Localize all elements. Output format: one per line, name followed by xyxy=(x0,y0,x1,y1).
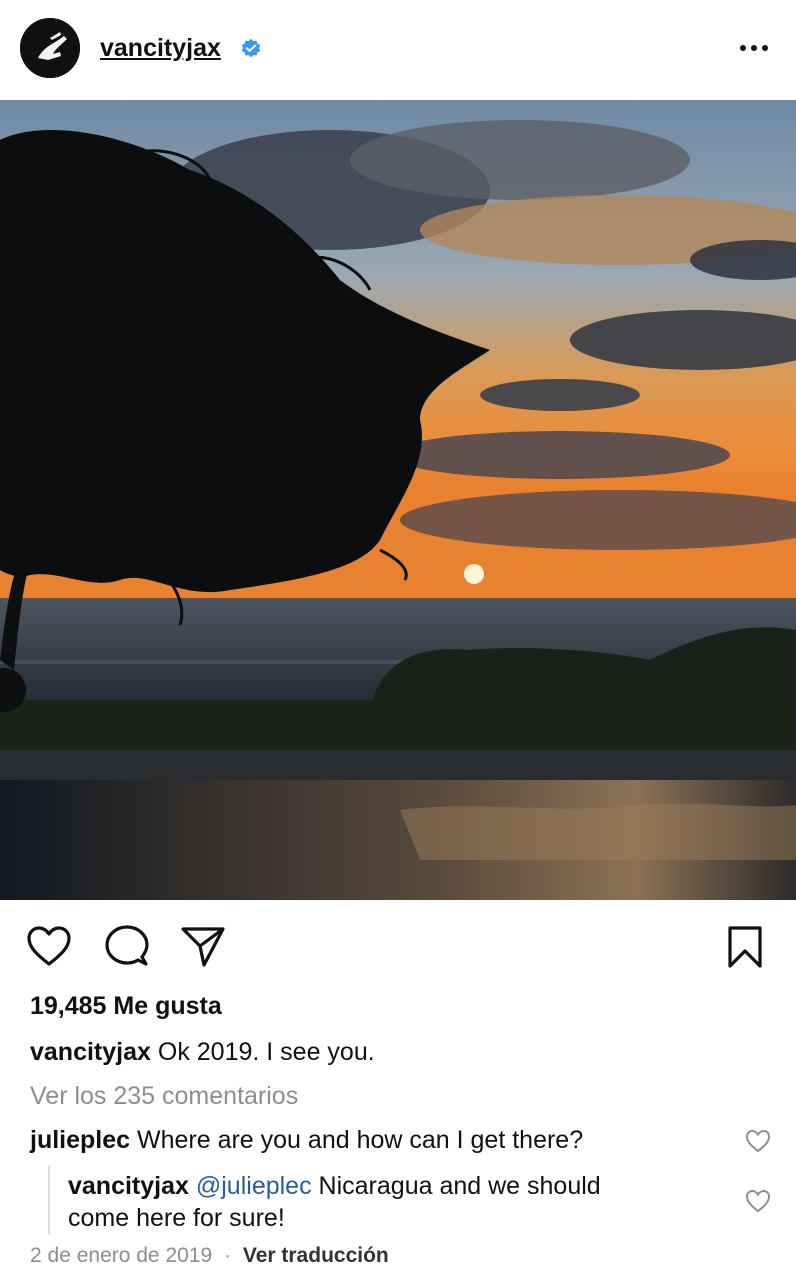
caption-username[interactable]: vancityjax xyxy=(30,1038,151,1066)
post-date: 2 de enero de 2019 xyxy=(30,1244,213,1267)
reply-text-line1: Nicaragua and we should xyxy=(318,1172,601,1200)
caption-text: Ok 2019. I see you. xyxy=(157,1038,375,1066)
view-all-comments-link[interactable]: Ver los 235 comentarios xyxy=(30,1082,298,1111)
post-photo[interactable] xyxy=(0,100,796,900)
reply-text-line2: come here for sure! xyxy=(68,1204,285,1232)
reply-mention[interactable]: @julieplec xyxy=(196,1172,312,1200)
post-username[interactable]: vancityjax xyxy=(100,34,221,63)
reply-item: vancityjax @julieplec Nicaragua and we s… xyxy=(68,1170,688,1234)
reply-thread-rail xyxy=(48,1166,50,1234)
bookmark-icon[interactable] xyxy=(722,924,768,970)
likes-count[interactable]: 19,485 Me gusta xyxy=(30,992,222,1021)
caption: vancityjax Ok 2019. I see you. xyxy=(30,1038,375,1067)
sunset-photo xyxy=(0,100,796,900)
post-header: vancityjax xyxy=(0,0,796,100)
post-footer: 2 de enero de 2019 · Ver traducción xyxy=(30,1244,389,1268)
comment-username[interactable]: julieplec xyxy=(30,1126,130,1154)
footer-separator: · xyxy=(224,1244,232,1267)
reply-like-heart-icon[interactable] xyxy=(745,1188,771,1214)
see-translation-link[interactable]: Ver traducción xyxy=(243,1244,389,1267)
comment-like-heart-icon[interactable] xyxy=(745,1128,771,1154)
comment-item: julieplec Where are you and how can I ge… xyxy=(30,1126,583,1155)
verified-badge-icon xyxy=(241,38,261,58)
profile-avatar[interactable] xyxy=(20,18,80,78)
more-options-icon[interactable] xyxy=(736,34,772,62)
comment-text: Where are you and how can I get there? xyxy=(137,1126,584,1154)
avatar-hand-icon xyxy=(20,18,80,78)
comment-bubble-icon[interactable] xyxy=(104,924,150,970)
paper-plane-icon[interactable] xyxy=(180,924,226,970)
reply-username[interactable]: vancityjax xyxy=(68,1172,189,1200)
heart-icon[interactable] xyxy=(26,924,72,970)
